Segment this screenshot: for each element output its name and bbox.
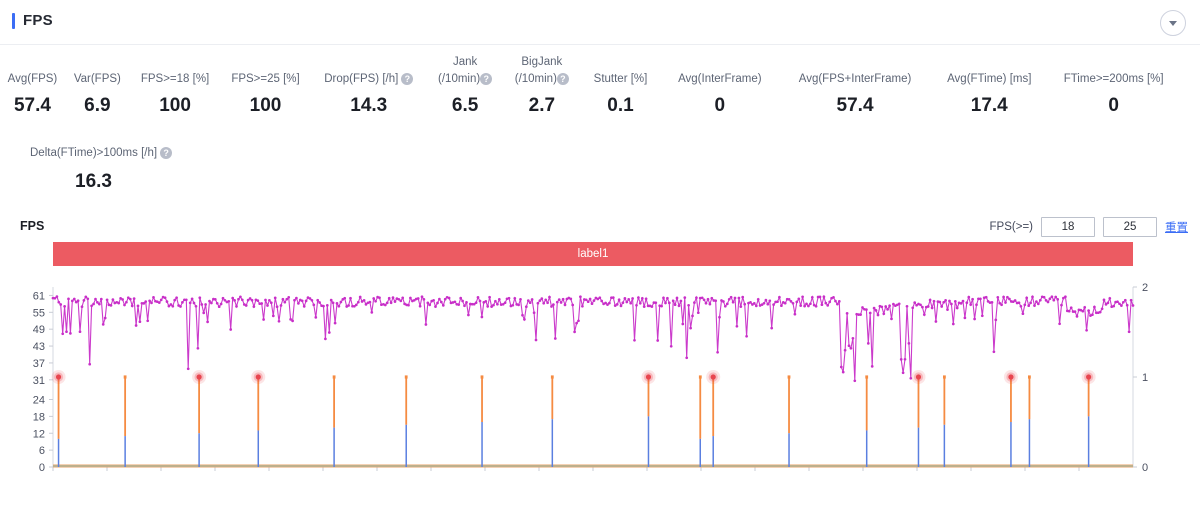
svg-text:43: 43 [33,341,45,353]
metric-label-text: Drop(FPS) [/h] [324,73,399,85]
metric-ftime-200ms: FTime>=200ms [%] 0 [1047,72,1180,117]
metric-label: Avg(FTime) [ms] [947,72,1031,86]
metric-label: Var(FPS) [74,72,121,86]
help-icon[interactable]: ? [401,73,414,85]
help-icon[interactable]: ? [160,147,173,159]
metric-value: 57.4 [13,95,51,116]
svg-text:31: 31 [33,375,45,387]
metric-stutter: Stutter [%] 0.1 [580,72,661,117]
metric-label-text: Avg(InterFrame) [678,73,762,85]
metrics-summary-row-2: Delta(FTime)>100ms [/h]? 16.3 [0,146,1180,193]
fps-chart-block: FPS FPS(>=) 重置 label1 061218243137434955… [0,205,1200,520]
metric-drop-fps-h: Drop(FPS) [/h]? 14.3 [311,72,427,117]
fps-threshold-controls: FPS(>=) 重置 [990,217,1188,237]
metric-value: 14.3 [350,95,388,116]
metric-value: 6.5 [451,95,479,116]
metric-value: 100 [159,95,191,116]
metric-label: Drop(FPS) [/h]? [324,72,414,86]
svg-text:6: 6 [39,445,45,457]
metric-delta-ftime-100ms-h: Delta(FTime)>100ms [/h]? 16.3 [0,146,173,193]
metric-label-text: Avg(FPS+InterFrame) [798,73,912,85]
metric-label-text: FPS>=18 [%] [140,73,210,85]
metric-value: 0 [1108,95,1119,116]
title-accent-bar [12,12,15,29]
metric-fps-25: FPS>=25 [%] 100 [220,72,310,117]
metric-value: 17.4 [970,95,1008,116]
metric-avg-ftime-ms: Avg(FTime) [ms] 17.4 [931,72,1047,117]
svg-text:12: 12 [33,428,45,440]
metric-label-line-2: (/10min)? [427,72,504,86]
metric-value: 0.1 [607,95,634,116]
fps-threshold-low-input[interactable] [1041,217,1095,237]
metric-label-text: Avg(FTime) [ms] [947,73,1032,85]
metric-label: Delta(FTime)>100ms [/h]? [30,146,173,160]
svg-text:2: 2 [1142,282,1148,294]
metric-label: Avg(InterFrame) [678,72,762,86]
svg-text:61: 61 [33,290,45,302]
metric-avg-fps-interframe: Avg(FPS+InterFrame) 57.4 [779,72,931,117]
metric-label-text: Delta(FTime)>100ms [/h] [30,147,158,159]
metric-jank: Jank (/10min)? 6.5 [427,55,504,117]
metric-label: Stutter [%] [594,72,648,86]
fps-panel: FPS Avg(FPS) 57.4 Var(FPS) 6.9 FPS>=18 [%] 10… [0,0,1200,520]
metric-label-text: Var(FPS) [73,73,121,85]
svg-text:1: 1 [1142,372,1148,384]
metric-label-text: Stutter [%] [593,73,648,85]
chart-svg: 0612182431374349556101200:0001:2902:5804… [33,282,1148,474]
collapse-button[interactable] [1160,10,1186,36]
svg-text:37: 37 [33,358,45,370]
metric-label: FPS>=18 [%] [141,72,209,86]
metric-avg-interframe: Avg(InterFrame) 0 [661,72,779,117]
metric-value: 2.7 [528,95,556,116]
fps-threshold-high-input[interactable] [1103,217,1157,237]
metric-fps-18: FPS>=18 [%] 100 [130,72,220,117]
metric-label-line-1: Jank [452,56,478,68]
metric-var-fps: Var(FPS) 6.9 [65,72,130,117]
svg-text:55: 55 [33,307,45,319]
svg-text:0: 0 [39,462,45,474]
metric-value: 100 [249,95,282,116]
metric-value: 16.3 [75,171,112,192]
metric-label: Jank (/10min)? [427,55,504,86]
label-bar[interactable]: label1 [53,242,1133,266]
metric-label-line-2: (/10min)? [503,72,580,86]
metric-label: Avg(FPS+InterFrame) [799,72,912,86]
help-icon[interactable]: ? [480,73,493,85]
chevron-down-icon [1168,20,1178,27]
metric-label: FTime>=200ms [%] [1064,72,1164,86]
svg-text:18: 18 [33,411,45,423]
metric-label: Avg(FPS) [8,72,58,86]
metric-label-text: Avg(FPS) [7,73,58,85]
metric-label: FPS>=25 [%] [231,72,299,86]
metric-label: BigJank (/10min)? [503,55,580,86]
metric-value: 6.9 [84,95,111,116]
label-bar-text: label1 [577,248,609,260]
metric-label-text: FPS>=25 [%] [231,73,300,85]
chart-heading: FPS [20,219,45,233]
metric-bigjank: BigJank (/10min)? 2.7 [503,55,580,117]
panel-header: FPS [0,0,1200,45]
metrics-summary-row: Avg(FPS) 57.4 Var(FPS) 6.9 FPS>=18 [%] 100 FPS… [0,55,1180,117]
panel-title-text: FPS [23,12,53,29]
svg-text:24: 24 [33,395,45,407]
metric-value: 0 [714,95,726,116]
metric-label-text: FTime>=200ms [%] [1063,73,1164,85]
svg-text:49: 49 [33,324,45,336]
svg-text:0: 0 [1142,462,1148,474]
metric-value: 57.4 [836,95,874,116]
metric-label-line-1: BigJank [521,56,563,68]
page-title: FPS [12,12,53,29]
reset-link[interactable]: 重置 [1165,219,1188,235]
fps-threshold-label: FPS(>=) [989,221,1033,233]
metric-avg-fps: Avg(FPS) 57.4 [0,72,65,117]
chart-plot-area[interactable]: 0612182431374349556101200:0001:2902:5804… [0,275,1200,475]
help-icon[interactable]: ? [556,73,569,85]
